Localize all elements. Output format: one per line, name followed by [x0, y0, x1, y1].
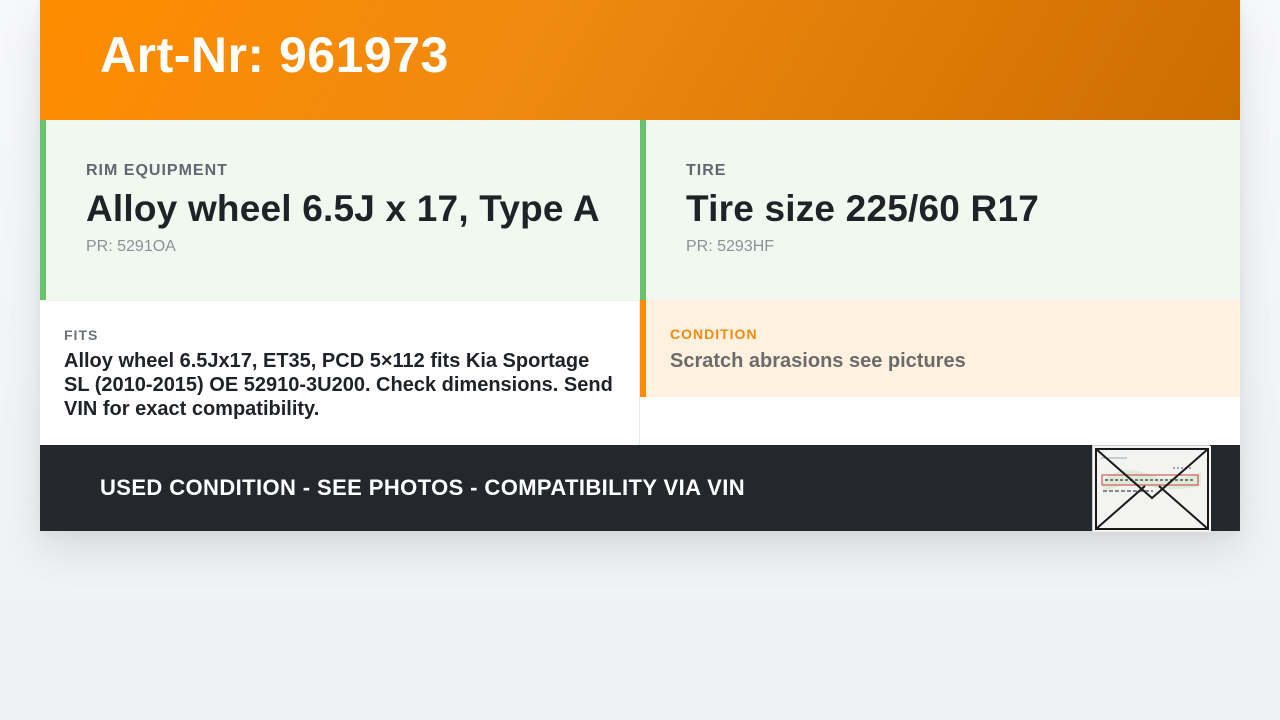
rim-equipment-panel: RIM EQUIPMENT Alloy wheel 6.5J x 17, Typ… — [40, 120, 640, 300]
fits-description: Alloy wheel 6.5Jx17, ET35, PCD 5×112 fit… — [64, 350, 613, 420]
article-number-title: Art-Nr: 961973 — [100, 27, 449, 83]
rim-pr-code: PR: 5291OA — [86, 238, 176, 255]
footer-banner: USED CONDITION - SEE PHOTOS - COMPATIBIL… — [100, 475, 746, 500]
vehicle-document-thumbnail-icon[interactable] — [1092, 445, 1211, 532]
fits-panel: FITS Alloy wheel 6.5Jx17, ET35, PCD 5×11… — [40, 300, 640, 445]
product-card: Art-Nr: 961973 RIM EQUIPMENT Alloy wheel… — [40, 0, 1240, 532]
details-row: FITS Alloy wheel 6.5Jx17, ET35, PCD 5×11… — [40, 300, 1240, 445]
tire-label: TIRE — [686, 162, 727, 179]
condition-wrapper: CONDITION Scratch abrasions see pictures — [640, 300, 1240, 445]
rim-equipment-value: Alloy wheel 6.5J x 17, Type A — [86, 188, 600, 229]
fits-label: FITS — [64, 327, 99, 343]
condition-description: Scratch abrasions see pictures — [670, 350, 966, 372]
thumbnail-graphic — [1093, 446, 1211, 532]
condition-panel: CONDITION Scratch abrasions see pictures — [640, 300, 1240, 397]
header: Art-Nr: 961973 — [40, 0, 1240, 120]
spec-row: RIM EQUIPMENT Alloy wheel 6.5J x 17, Typ… — [40, 120, 1240, 300]
tire-value: Tire size 225/60 R17 — [686, 188, 1040, 229]
footer-bar: USED CONDITION - SEE PHOTOS - COMPATIBIL… — [40, 445, 1240, 532]
rim-equipment-label: RIM EQUIPMENT — [86, 162, 228, 179]
tire-panel: TIRE Tire size 225/60 R17 PR: 5293HF — [640, 120, 1240, 300]
tire-pr-code: PR: 5293HF — [686, 238, 775, 255]
condition-label: CONDITION — [670, 326, 758, 342]
